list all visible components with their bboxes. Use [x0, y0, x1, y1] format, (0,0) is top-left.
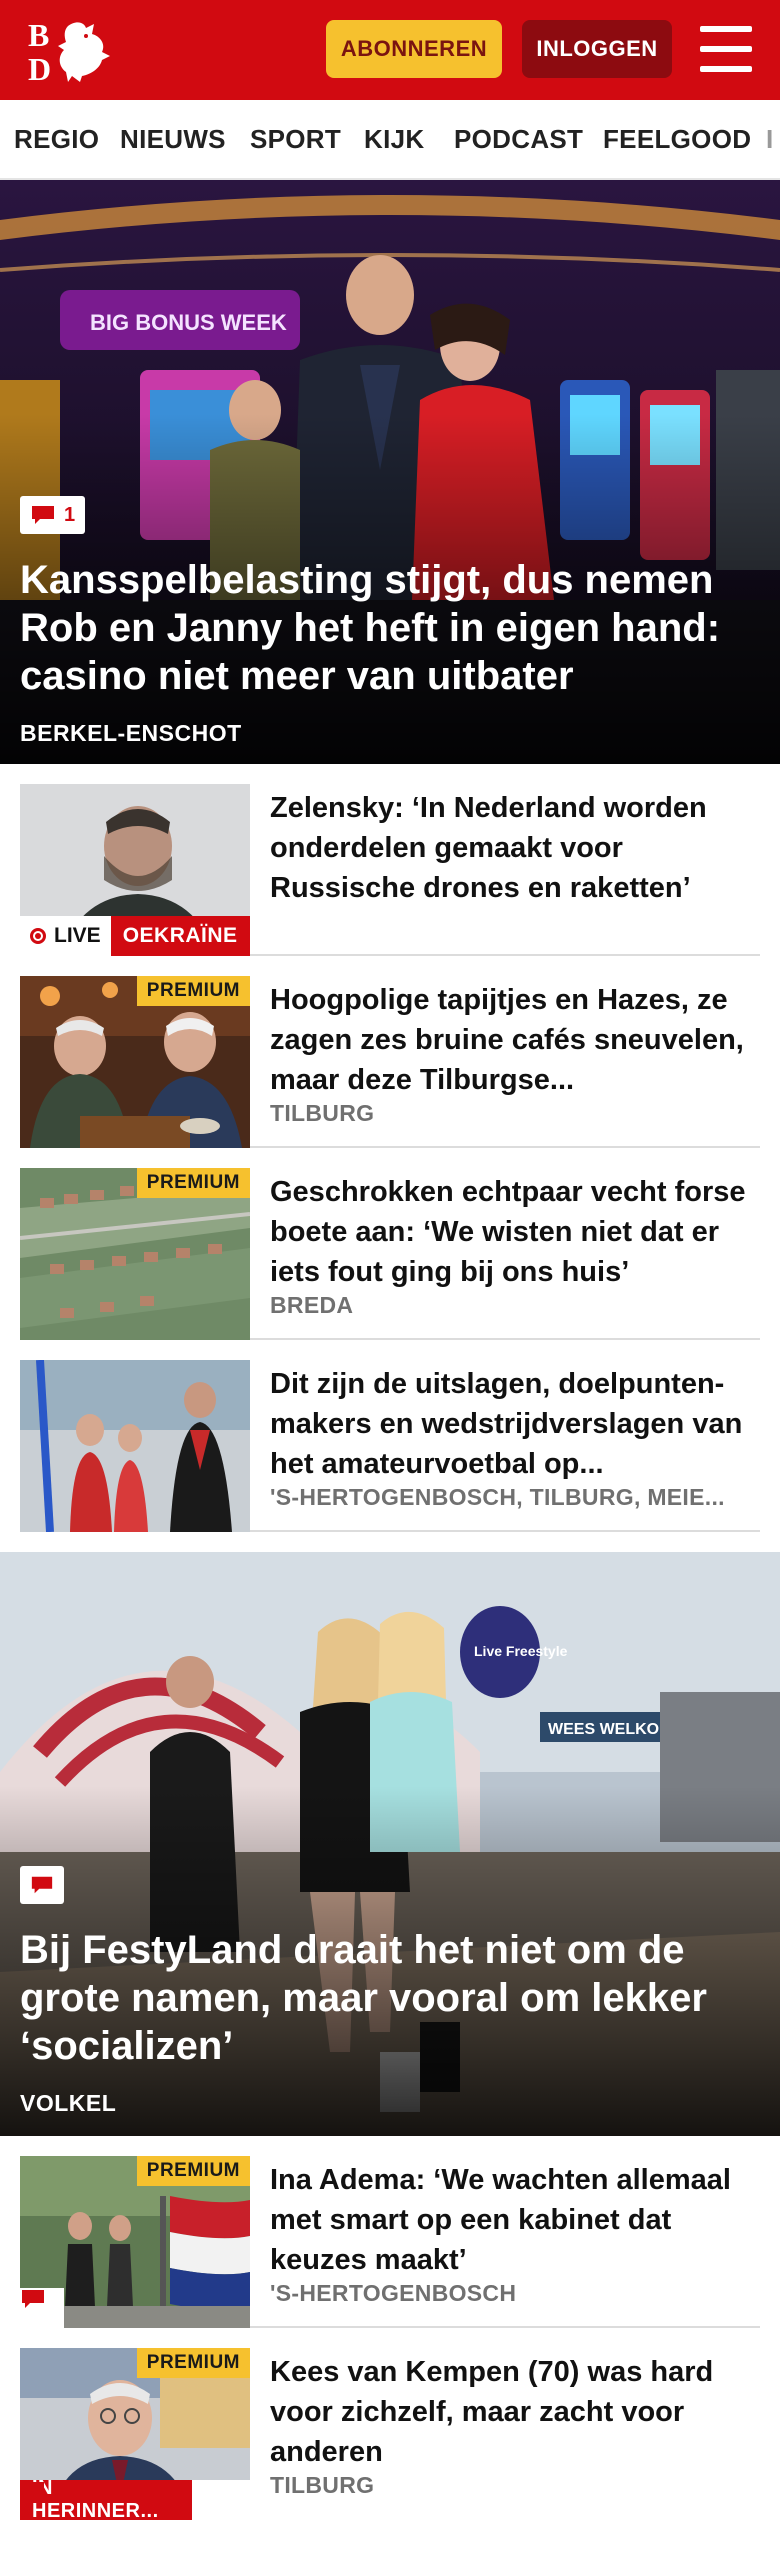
article-bruine-cafes[interactable]: PREMIUM Hoogpolige tapijtjes en Hazes, z…	[20, 976, 760, 1148]
site-header: B D ABONNEREN INLOGGEN	[0, 0, 780, 100]
comment-icon	[22, 2290, 44, 2308]
article-amateurvoetbal[interactable]: Dit zijn de uitslagen, doelpunten­makers…	[20, 1360, 760, 1532]
svg-text:Live Freestyle: Live Freestyle	[474, 1643, 568, 1659]
nav-item-nieuws[interactable]: NIEUWS	[120, 124, 226, 155]
article-title[interactable]: Hoogpolige tapijtjes en Hazes, ze zagen …	[270, 980, 760, 1100]
live-bar: LIVE OEKRAÏNE	[20, 916, 250, 956]
article-title[interactable]: Zelensky: ‘In Nederland worden onderdele…	[270, 788, 760, 908]
article-thumb: PREMIUM	[20, 976, 250, 1148]
thumb-photo-football	[20, 1360, 250, 1532]
article-thumb: PREMIUM	[20, 1168, 250, 1340]
article-title[interactable]: Geschrokken echtpaar vecht forse boete a…	[270, 1172, 760, 1292]
hero-title[interactable]: Bij FestyLand draait het niet om de grot…	[20, 1926, 760, 2070]
article-location: 'S-HERTOGENBOSCH, TILBURG, MEIE...	[270, 1484, 725, 1510]
hero-article-casino[interactable]: BIG BONUS WEEK 1 Kansspelbelasting stijg…	[0, 180, 780, 764]
premium-badge: PREMIUM	[136, 2156, 250, 2186]
article-location: BREDA	[270, 1292, 354, 1318]
article-kees-van-kempen[interactable]: PREMIUM IN HERINNER... Kees van Kempen (…	[20, 2348, 760, 2520]
premium-badge: PREMIUM	[136, 976, 250, 1006]
comment-icon	[32, 506, 54, 524]
comment-icon	[22, 2482, 44, 2500]
svg-text:BIG BONUS WEEK: BIG BONUS WEEK	[90, 310, 287, 335]
article-thumb: PREMIUM IN HERINNER...	[20, 2348, 250, 2520]
hero-location: BERKEL-ENSCHOT	[20, 720, 242, 746]
comment-count-badge[interactable]: 1	[20, 496, 86, 534]
article-zelensky[interactable]: LIVE OEKRAÏNE Zelensky: ‘In Nederland wo…	[20, 784, 760, 956]
article-boete[interactable]: PREMIUM Geschrokken echtpaar vecht forse…	[20, 1168, 760, 1340]
comment-count: 1	[64, 503, 76, 526]
nav-item-regio[interactable]: REGIO	[14, 124, 99, 155]
comment-badge[interactable]	[20, 2288, 64, 2328]
nav-item-podcast[interactable]: PODCAST	[454, 124, 583, 155]
article-ina-adema[interactable]: PREMIUM Ina Adema: ‘We wachten allemaal …	[20, 2156, 760, 2328]
live-dot-icon	[30, 928, 46, 944]
comment-icon	[31, 1876, 53, 1894]
article-location: TILBURG	[270, 1100, 375, 1126]
comment-badge[interactable]	[22, 2480, 250, 2520]
svg-text:B: B	[28, 17, 49, 53]
svg-text:D: D	[28, 51, 51, 84]
article-location: 'S-HERTOGENBOSCH	[270, 2280, 517, 2306]
nav-item-kijk[interactable]: KIJK	[364, 124, 424, 155]
hero-title[interactable]: Kansspelbelasting stijgt, dus nemen Rob …	[20, 556, 760, 700]
topic-tag[interactable]: OEKRAÏNE	[110, 916, 250, 956]
nav-item-feelgood[interactable]: FEELGOOD	[603, 124, 751, 155]
premium-badge: PREMIUM	[136, 1168, 250, 1198]
hero-article-festyland[interactable]: Live Freestyle WEES WELKOM Bij FestyLand…	[0, 1552, 780, 2136]
premium-badge: PREMIUM	[136, 2348, 250, 2378]
hero-location: VOLKEL	[20, 2090, 117, 2116]
nav-item-sport[interactable]: SPORT	[250, 124, 341, 155]
article-title[interactable]: Kees van Kempen (70) was hard voor zichz…	[270, 2352, 760, 2472]
article-thumb: LIVE OEKRAÏNE	[20, 784, 250, 956]
svg-text:WEES WELKOM: WEES WELKOM	[548, 1721, 672, 1738]
live-indicator: LIVE	[20, 916, 111, 956]
nav-item-overflow[interactable]: I	[766, 124, 774, 155]
article-location: TILBURG	[270, 2472, 375, 2498]
article-title[interactable]: Ina Adema: ‘We wachten allemaal met smar…	[270, 2160, 760, 2280]
hamburger-menu-icon[interactable]	[700, 26, 752, 72]
comment-badge[interactable]	[20, 1866, 64, 1904]
article-title[interactable]: Dit zijn de uitslagen, doelpunten­makers…	[270, 1364, 760, 1484]
live-label: LIVE	[54, 924, 101, 947]
login-button[interactable]: INLOGGEN	[522, 20, 672, 78]
article-thumb	[20, 1360, 250, 1532]
subscribe-button[interactable]: ABONNEREN	[326, 20, 502, 78]
bd-lion-logo[interactable]: B D	[28, 16, 118, 87]
memorial-bar: IN HERINNER...	[20, 2477, 250, 2520]
article-thumb: PREMIUM	[20, 2156, 250, 2328]
section-nav: REGIO NIEUWS SPORT KIJK PODCAST FEELGOOD…	[0, 100, 780, 180]
